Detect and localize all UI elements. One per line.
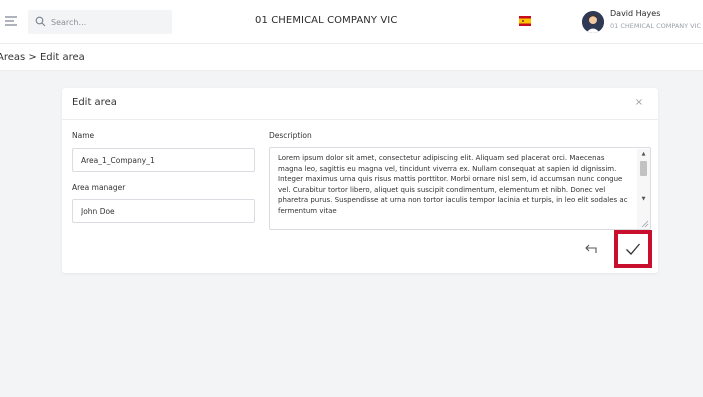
user-company: 01 CHEMICAL COMPANY VIC	[610, 22, 702, 30]
top-bar: 01 CHEMICAL COMPANY VIC David Hayes 01 C…	[0, 0, 703, 44]
avatar[interactable]	[582, 11, 604, 33]
hamburger-icon[interactable]	[4, 14, 18, 28]
scroll-up-icon[interactable]: ▲	[640, 151, 647, 157]
search-icon	[35, 16, 46, 27]
close-button[interactable]: ×	[633, 97, 645, 109]
resize-handle-icon[interactable]	[640, 219, 649, 228]
spain-flag-icon[interactable]	[519, 16, 531, 26]
edit-area-dialog: Edit area × Name Area manager Descriptio…	[62, 88, 658, 273]
dialog-header: Edit area ×	[62, 88, 658, 120]
search-input[interactable]	[51, 14, 166, 30]
search-box	[28, 10, 172, 34]
area-manager-label: Area manager	[72, 183, 126, 192]
user-avatar-icon	[582, 11, 604, 33]
scroll-down-icon[interactable]: ▼	[640, 196, 647, 202]
back-arrow-icon[interactable]	[583, 241, 599, 257]
description-label: Description	[269, 131, 312, 140]
checkmark-icon	[626, 243, 640, 255]
name-field[interactable]	[72, 148, 255, 172]
confirm-button[interactable]	[614, 230, 652, 268]
scroll-thumb[interactable]	[640, 161, 647, 176]
description-textarea[interactable]: Lorem ipsum dolor sit amet, consectetur …	[269, 147, 651, 230]
description-scrollbar[interactable]: ▲ ▼	[637, 149, 650, 229]
breadcrumb-bar: Areas > Edit area	[0, 44, 703, 71]
breadcrumb[interactable]: Areas > Edit area	[0, 52, 85, 63]
description-text[interactable]: Lorem ipsum dolor sit amet, consectetur …	[278, 153, 628, 216]
name-label: Name	[72, 131, 95, 140]
company-title: 01 CHEMICAL COMPANY VIC	[255, 15, 398, 26]
area-manager-field[interactable]	[72, 199, 255, 223]
user-name[interactable]: David Hayes	[610, 9, 660, 18]
dialog-title: Edit area	[72, 97, 117, 108]
